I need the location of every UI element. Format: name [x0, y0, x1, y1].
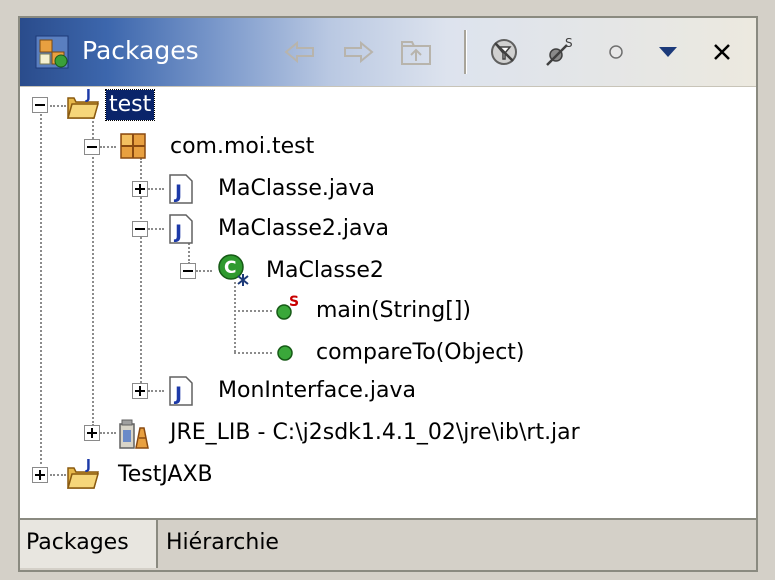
expand-toggle[interactable]: [132, 181, 148, 197]
svg-text:J: J: [173, 181, 182, 203]
link-with-editor-icon[interactable]: [598, 34, 634, 70]
expand-toggle[interactable]: [132, 383, 148, 399]
view-title: Packages: [82, 36, 199, 65]
tree-item-maclasse[interactable]: MaClasse.java: [218, 174, 375, 204]
tree-item-compareto[interactable]: compareTo(Object): [316, 338, 525, 368]
tab-hierarchie[interactable]: Hiérarchie: [160, 520, 285, 568]
java-project-icon: J: [67, 88, 99, 119]
java-file-icon: J: [169, 376, 193, 406]
tree-line: [100, 146, 116, 148]
svg-text:S: S: [565, 36, 573, 50]
static-method-icon: S: [276, 294, 299, 320]
static-member-filter-icon[interactable]: S: [542, 34, 578, 70]
svg-text:J: J: [85, 88, 91, 103]
jar-library-icon: [119, 419, 149, 449]
back-arrow-icon[interactable]: [282, 34, 318, 70]
tree-item-package[interactable]: com.moi.test: [170, 132, 314, 162]
view-menu-icon[interactable]: [650, 34, 686, 70]
tree-line: [92, 114, 94, 426]
packages-view-icon: [35, 35, 69, 69]
package-icon: [120, 133, 146, 159]
package-tree[interactable]: J test com.moi.test J MaClasse.java J Ma…: [20, 88, 756, 522]
svg-text:J: J: [173, 221, 182, 243]
collapse-toggle[interactable]: [84, 139, 100, 155]
tree-line: [148, 228, 164, 230]
packages-view: Packages S J test com.moi.test J MaClass…: [18, 16, 758, 572]
view-tab-bar: Packages Hiérarchie: [20, 518, 756, 570]
tree-line: [234, 352, 272, 354]
expand-toggle[interactable]: [84, 425, 100, 441]
tree-line: [148, 390, 164, 392]
svg-text:S: S: [289, 294, 299, 310]
tree-line: [50, 105, 66, 107]
java-file-icon: J: [169, 174, 193, 204]
method-icon: [277, 345, 293, 361]
collapse-toggle[interactable]: [180, 263, 196, 279]
collapse-toggle[interactable]: [32, 97, 48, 113]
tree-line: [234, 282, 236, 352]
tree-item-class[interactable]: MaClasse2: [266, 256, 384, 286]
up-folder-icon[interactable]: [398, 34, 434, 70]
tree-line: [50, 474, 66, 476]
tree-line: [148, 188, 164, 190]
tree-item-maclasse2[interactable]: MaClasse2.java: [218, 214, 389, 244]
tree-item-test[interactable]: test: [104, 89, 156, 121]
tree-item-moninterface[interactable]: MonInterface.java: [218, 376, 416, 406]
tree-line: [234, 310, 272, 312]
tree-line: [40, 114, 42, 464]
forward-arrow-icon[interactable]: [340, 34, 376, 70]
java-file-icon: J: [169, 214, 193, 244]
tree-item-jre-lib[interactable]: JRE_LIB - C:\j2sdk1.4.1_02\jre\ib\rt.jar: [170, 418, 580, 448]
class-icon: C: [218, 254, 249, 286]
filter-icon[interactable]: [486, 34, 522, 70]
svg-text:C: C: [224, 258, 236, 278]
tab-packages[interactable]: Packages: [20, 520, 158, 568]
tree-item-testjaxb[interactable]: TestJAXB: [118, 460, 213, 490]
toolbar-separator: [464, 30, 467, 74]
close-icon[interactable]: [704, 34, 740, 70]
svg-text:J: J: [173, 383, 182, 405]
tree-item-main[interactable]: main(String[]): [316, 296, 471, 326]
collapse-toggle[interactable]: [132, 221, 148, 237]
tree-line: [196, 270, 212, 272]
java-project-icon: J: [67, 458, 99, 489]
svg-text:J: J: [85, 458, 91, 473]
expand-toggle[interactable]: [32, 467, 48, 483]
view-title-bar: Packages S: [20, 18, 756, 87]
tree-line: [100, 432, 116, 434]
